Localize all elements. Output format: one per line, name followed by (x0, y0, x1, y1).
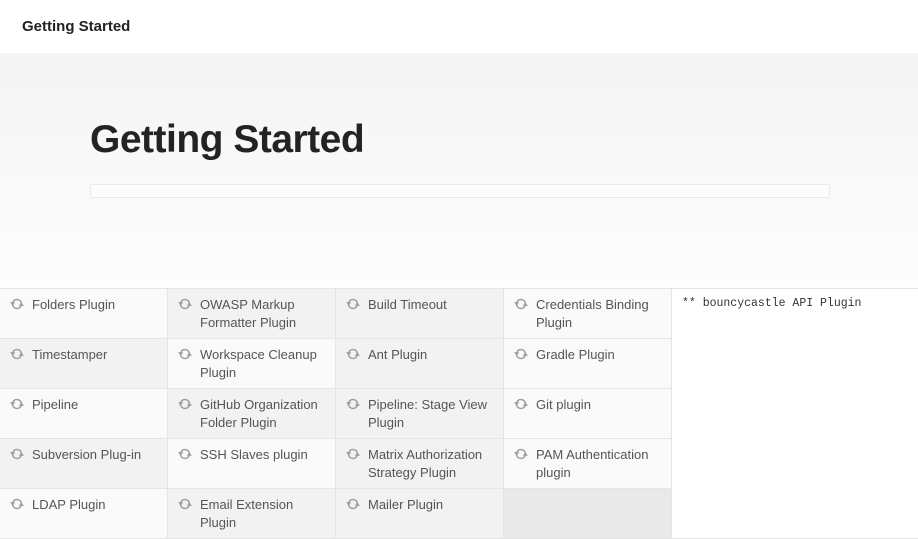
plugin-cell: Folders Plugin (0, 289, 168, 339)
refresh-icon (178, 497, 192, 511)
plugin-name: Workspace Cleanup Plugin (200, 346, 325, 381)
plugin-name: Subversion Plug-in (32, 446, 141, 464)
plugin-name: Email Extension Plugin (200, 496, 325, 531)
refresh-icon (514, 297, 528, 311)
plugin-cell: Build Timeout (336, 289, 504, 339)
plugin-name: Build Timeout (368, 296, 447, 314)
refresh-icon (10, 297, 24, 311)
plugin-grid: Folders Plugin OWASP Markup Formatter Plu… (0, 289, 672, 539)
plugin-name: Gradle Plugin (536, 346, 615, 364)
header: Getting Started (0, 0, 918, 53)
refresh-icon (178, 347, 192, 361)
refresh-icon (178, 297, 192, 311)
install-log: ** bouncycastle API Plugin (672, 289, 918, 539)
refresh-icon (10, 397, 24, 411)
plugin-cell: Subversion Plug-in (0, 439, 168, 489)
plugin-cell: Pipeline: Stage View Plugin (336, 389, 504, 439)
refresh-icon (346, 497, 360, 511)
plugin-name: Folders Plugin (32, 296, 115, 314)
progress-bar (90, 184, 830, 198)
plugin-cell: LDAP Plugin (0, 489, 168, 539)
refresh-icon (514, 447, 528, 461)
refresh-icon (514, 347, 528, 361)
log-line: ** bouncycastle API Plugin (682, 297, 908, 310)
plugin-name: OWASP Markup Formatter Plugin (200, 296, 325, 331)
refresh-icon (346, 447, 360, 461)
plugin-name: Git plugin (536, 396, 591, 414)
plugin-cell: Pipeline (0, 389, 168, 439)
plugin-cell: Workspace Cleanup Plugin (168, 339, 336, 389)
plugin-name: Matrix Authorization Strategy Plugin (368, 446, 493, 481)
plugin-name: Pipeline (32, 396, 78, 414)
plugin-cell: Timestamper (0, 339, 168, 389)
plugin-cell: SSH Slaves plugin (168, 439, 336, 489)
refresh-icon (10, 347, 24, 361)
plugin-cell: Git plugin (504, 389, 672, 439)
plugin-cell: Email Extension Plugin (168, 489, 336, 539)
plugin-cell: Mailer Plugin (336, 489, 504, 539)
plugin-cell: GitHub Organization Folder Plugin (168, 389, 336, 439)
plugin-area: Folders Plugin OWASP Markup Formatter Plu… (0, 288, 918, 539)
plugin-cell: Gradle Plugin (504, 339, 672, 389)
refresh-icon (178, 447, 192, 461)
plugin-name: Pipeline: Stage View Plugin (368, 396, 493, 431)
plugin-name: Ant Plugin (368, 346, 427, 364)
refresh-icon (10, 497, 24, 511)
header-title: Getting Started (22, 18, 130, 35)
plugin-name: SSH Slaves plugin (200, 446, 308, 464)
page-title: Getting Started (90, 118, 918, 162)
plugin-name: Timestamper (32, 346, 107, 364)
plugin-name: Mailer Plugin (368, 496, 443, 514)
plugin-cell (504, 489, 672, 539)
plugin-name: LDAP Plugin (32, 496, 105, 514)
plugin-cell: PAM Authentication plugin (504, 439, 672, 489)
plugin-cell: Credentials Binding Plugin (504, 289, 672, 339)
plugin-cell: Matrix Authorization Strategy Plugin (336, 439, 504, 489)
plugin-cell: Ant Plugin (336, 339, 504, 389)
refresh-icon (10, 447, 24, 461)
plugin-name: PAM Authentication plugin (536, 446, 661, 481)
plugin-name: GitHub Organization Folder Plugin (200, 396, 325, 431)
plugin-name: Credentials Binding Plugin (536, 296, 661, 331)
refresh-icon (514, 397, 528, 411)
refresh-icon (346, 347, 360, 361)
refresh-icon (346, 297, 360, 311)
refresh-icon (346, 397, 360, 411)
main-section: Getting Started (0, 53, 918, 288)
plugin-cell: OWASP Markup Formatter Plugin (168, 289, 336, 339)
refresh-icon (178, 397, 192, 411)
